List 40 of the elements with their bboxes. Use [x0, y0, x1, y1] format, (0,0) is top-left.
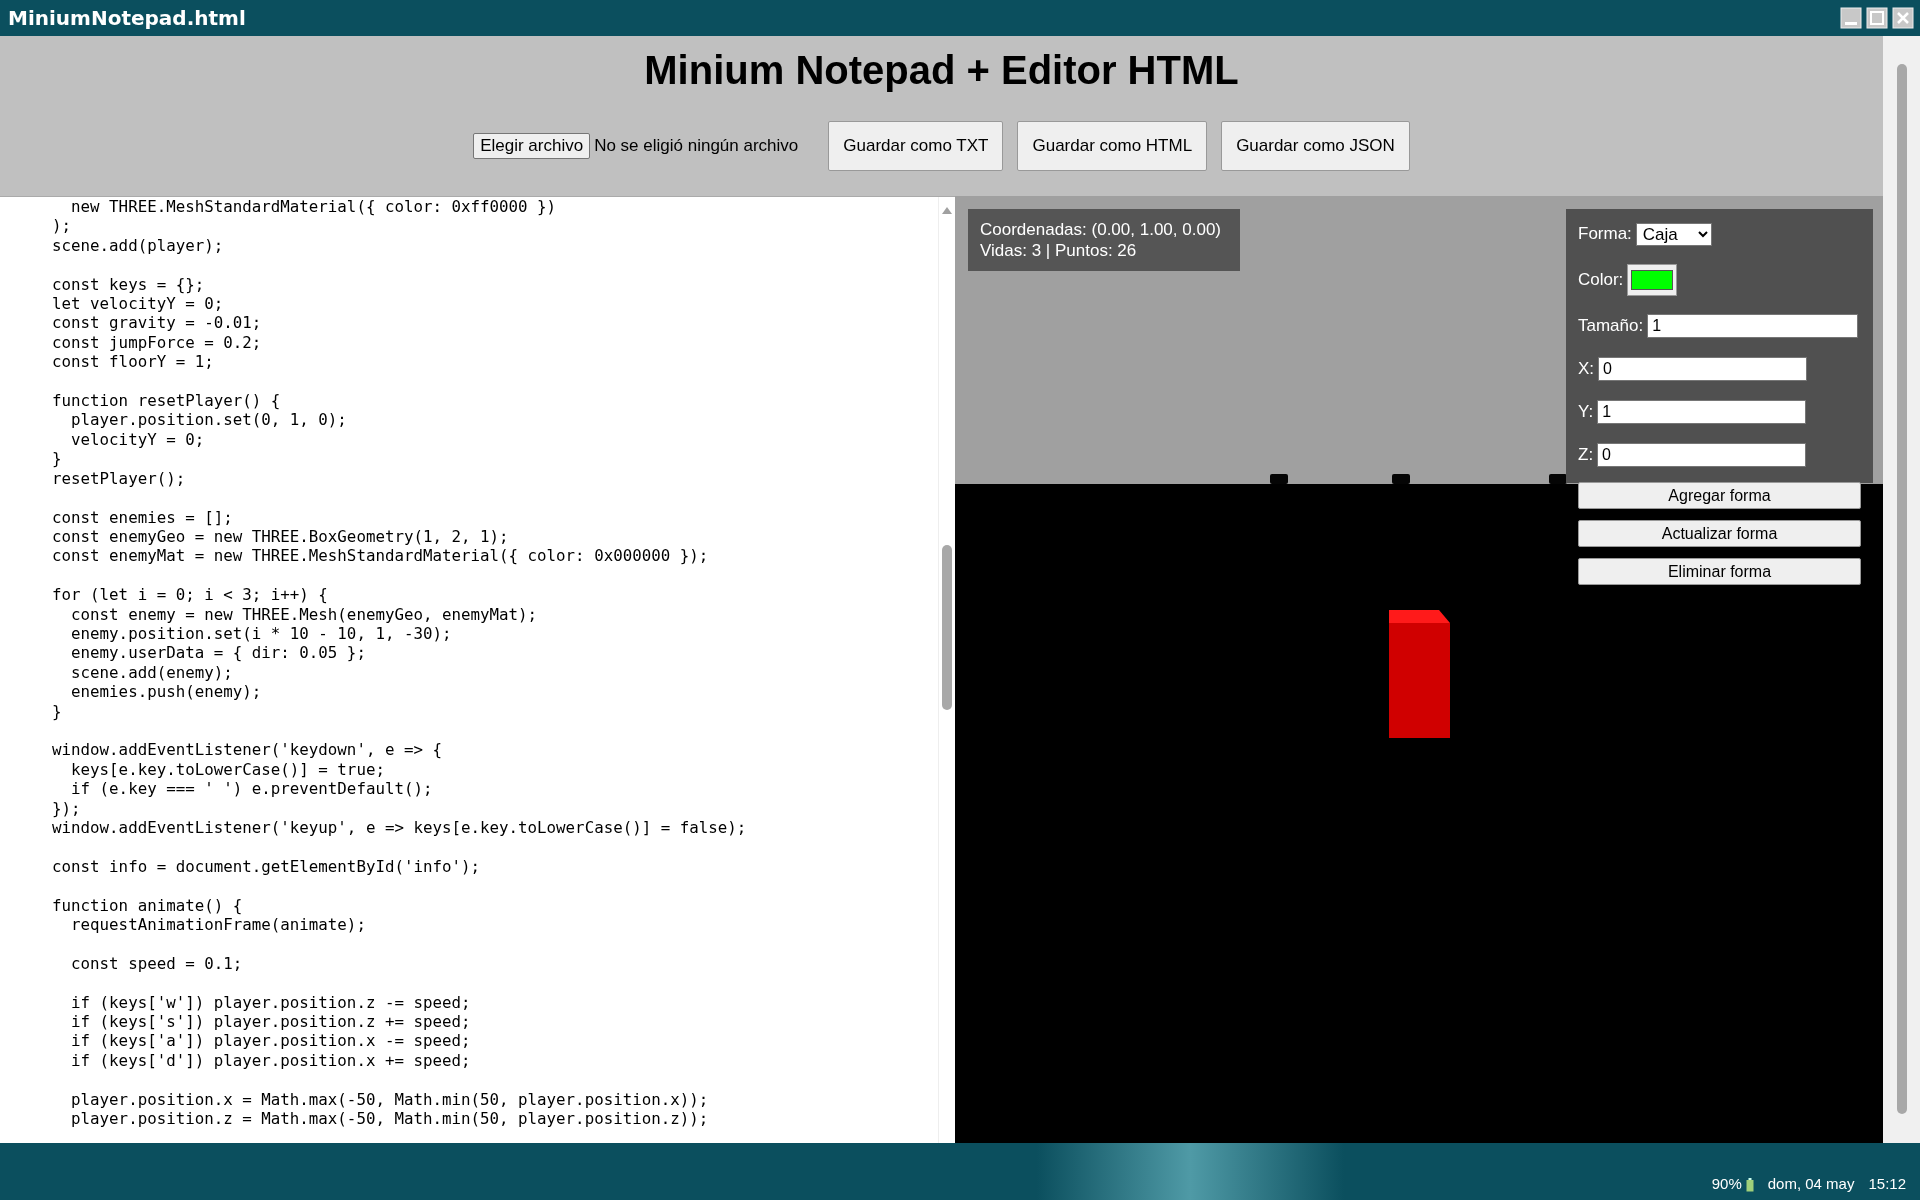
scrollbar-thumb[interactable]: [1897, 64, 1907, 1114]
info-text: Coordenadas: (0.00, 1.00, 0.00): [980, 219, 1222, 240]
field-label: X:: [1578, 359, 1595, 379]
color-picker[interactable]: [1627, 264, 1678, 296]
shape-action-button[interactable]: Agregar forma: [1578, 482, 1861, 509]
battery-text: 90%: [1711, 1175, 1742, 1192]
page-heading: Minium Notepad + Editor HTML: [644, 48, 1239, 93]
save-button[interactable]: Guardar como JSON: [1221, 121, 1410, 171]
input-field[interactable]: 1: [1597, 400, 1807, 424]
clock-text: 15:12: [1868, 1175, 1906, 1192]
save-button[interactable]: Guardar como HTML: [1017, 121, 1208, 171]
maximize-icon[interactable]: [1866, 7, 1888, 29]
shape-select[interactable]: Caja: [1635, 222, 1712, 246]
battery-icon[interactable]: [1745, 1178, 1754, 1192]
field-label: Z:: [1578, 445, 1594, 465]
window-title: MiniumNotepad.html: [8, 6, 246, 30]
info-text: Vidas: 3 | Puntos: 26: [980, 240, 1138, 261]
code-editor[interactable]: new THREE.MeshStandardMaterial({ color: 0xff0000 }) ); scene.add(player); const keys = {}; let velocityY = 0; const gravity = -0.01; const jumpForce = 0.2; const floorY = 1; function resetPlayer() { player.position.set(0, 1, 0); velocityY = 0; } resetPlayer(); const enemies = []; const enemyGeo = new THREE.BoxGeometry(1, 2, 1); const enemyMat = new THREE.MeshStandardMaterial({ color: 0x000000 }); for (let i = 0; i < 3; i++) { const enemy = new THREE.Mesh(enemyGeo, enemyMat); enemy.position.set(i * 10 - 10, 1, -30); enemy.userData = { dir: 0.05 }; scene.add(enemy); enemies.push(enemy); } window.addEventListener('keydown', e => { keys[e.key.toLowerCase()] = true; if (e.key === ' ') e.preventDefault(); }); window.addEventListener('keyup', e => keys[e.key.toLowerCase()] = false); const info = document.getElementById('info'); function animate() { requestAnimationFrame(animate); const speed = 0.1; if (keys['w']) player.position.z -= speed; if (keys['s']) player.position.z += speed; if (keys['a']) player.position.x -= speed; if (keys['d']) player.position.x += speed; player.position.x = Math.max(-50, Math.min(50, player.position.x)); player.position.z = Math.max(-50, Math.min(50, player.position.z));: [0, 197, 938, 1143]
file-status-text: No se eligió ningún archivo: [594, 136, 799, 156]
field-label: Tamaño:: [1578, 316, 1644, 336]
close-icon[interactable]: [1892, 7, 1914, 29]
field-label: Y:: [1578, 402, 1594, 422]
minimize-icon[interactable]: [1840, 7, 1862, 29]
scrollbar-thumb[interactable]: [942, 545, 952, 710]
scroll-up-icon[interactable]: [941, 205, 953, 215]
input-field[interactable]: 1: [1647, 314, 1859, 338]
shape-action-button[interactable]: Actualizar forma: [1578, 520, 1861, 547]
field-label: Forma:: [1578, 224, 1632, 244]
post-drawing: [1392, 474, 1410, 484]
date-text: dom, 04 may: [1767, 1175, 1855, 1192]
post-drawing: [1549, 474, 1567, 484]
editor-scrollbar[interactable]: [938, 197, 955, 1143]
choose-file-button[interactable]: Elegir archivo: [473, 133, 591, 159]
input-field[interactable]: 0: [1597, 443, 1807, 467]
input-field[interactable]: 0: [1598, 357, 1808, 381]
save-button[interactable]: Guardar como TXT: [828, 121, 1004, 171]
post-drawing: [1270, 474, 1288, 484]
shape-action-button[interactable]: Eliminar forma: [1578, 558, 1861, 585]
field-label: Color:: [1578, 270, 1624, 290]
page-scrollbar[interactable]: [1883, 36, 1920, 1143]
